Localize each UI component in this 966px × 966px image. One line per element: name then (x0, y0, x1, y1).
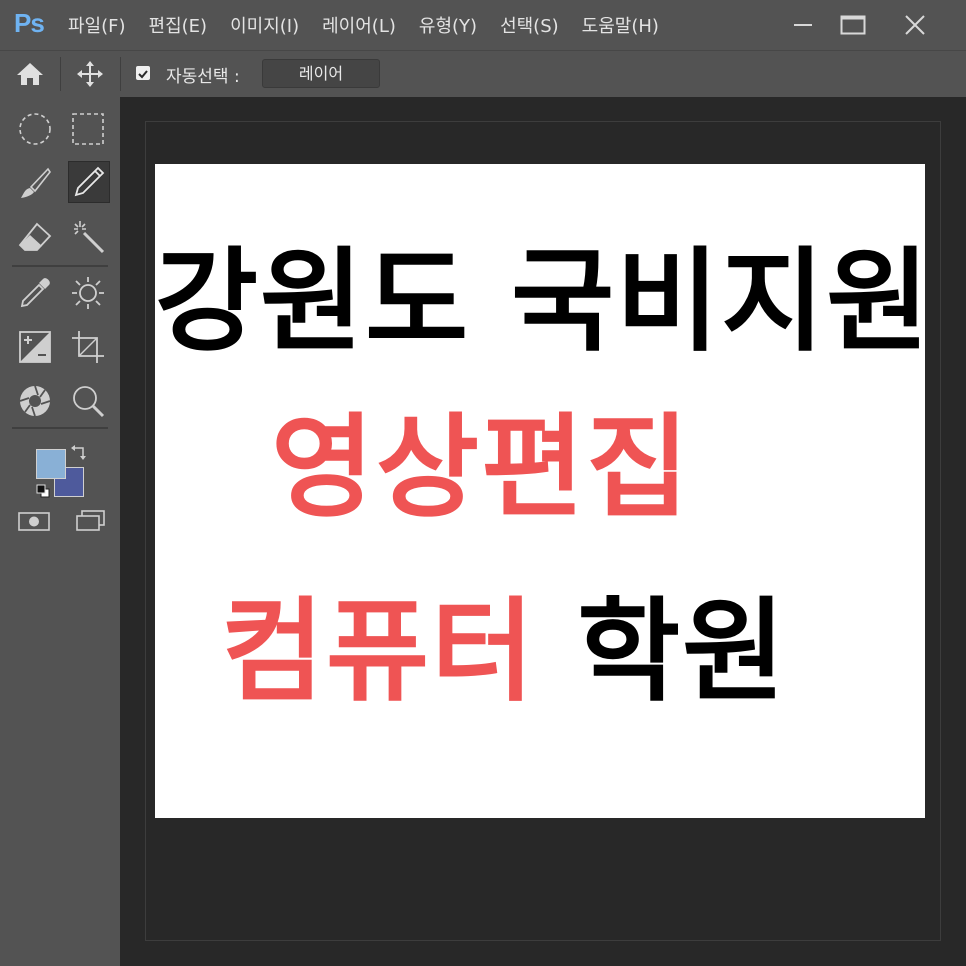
eyedropper-icon (20, 278, 50, 308)
adjustment-icon (19, 331, 51, 363)
screen-mode-icon (76, 510, 105, 531)
tool-divider (12, 427, 108, 429)
pencil-icon (74, 166, 105, 197)
checkmark-icon (138, 70, 148, 79)
close-icon (905, 15, 925, 35)
magic-wand-tool[interactable] (68, 217, 108, 257)
headline-line-1: 강원도 국비지원 (155, 237, 932, 367)
home-icon (17, 63, 43, 85)
zoom-tool[interactable] (68, 381, 108, 421)
menu-file[interactable]: 파일(F) (68, 12, 126, 38)
sun-icon (72, 277, 104, 309)
photoshop-logo: Ps (14, 8, 45, 38)
shutter-icon (19, 385, 51, 417)
maximize-button[interactable] (828, 0, 878, 50)
eyedropper-tool[interactable] (15, 273, 55, 313)
move-icon (77, 61, 103, 87)
rectangular-marquee-tool[interactable] (68, 109, 108, 149)
headline-line-3-black: 학원 (577, 587, 788, 717)
menu-select[interactable]: 선택(S) (500, 12, 559, 38)
eraser-tool[interactable] (15, 217, 55, 257)
home-button[interactable] (14, 60, 46, 88)
foreground-color-swatch[interactable] (36, 449, 66, 479)
minimize-icon (794, 24, 812, 26)
options-bar: 자동선택 : 레이어 (0, 50, 966, 97)
divider (120, 57, 121, 91)
rect-marquee-icon (72, 113, 104, 145)
menu-bar: Ps 파일(F) 편집(E) 이미지(I) 레이어(L) 유형(Y) 선택(S)… (0, 0, 966, 50)
menu-layer[interactable]: 레이어(L) (322, 12, 396, 38)
lens-tool[interactable] (15, 381, 55, 421)
screen-mode-button[interactable] (70, 503, 110, 539)
auto-select-target-dropdown[interactable]: 레이어 (262, 59, 380, 88)
elliptical-marquee-tool[interactable] (15, 109, 55, 149)
headline-line-3: 컴퓨터 학원 (221, 596, 966, 708)
eraser-icon (18, 222, 52, 251)
quick-mask-button[interactable] (14, 503, 54, 539)
menu-type[interactable]: 유형(Y) (419, 12, 477, 38)
swap-colors-button[interactable] (70, 443, 90, 467)
divider (60, 57, 61, 91)
swap-arrows-icon (71, 445, 86, 460)
ellipse-marquee-icon (19, 113, 51, 145)
dodge-tool[interactable] (68, 273, 108, 313)
zoom-icon (73, 386, 105, 418)
crop-tool[interactable] (68, 327, 108, 367)
minimize-button[interactable] (778, 0, 828, 50)
menu-edit[interactable]: 편집(E) (149, 12, 208, 38)
menu-help[interactable]: 도움말(H) (582, 12, 659, 38)
tool-divider (12, 265, 108, 267)
menu-image[interactable]: 이미지(I) (230, 12, 299, 38)
default-colors-button[interactable] (36, 483, 50, 502)
quick-mask-icon (18, 512, 50, 531)
auto-select-label: 자동선택 : (166, 67, 240, 87)
adjustment-tool[interactable] (15, 327, 55, 367)
auto-select-checkbox[interactable] (136, 66, 150, 80)
close-button[interactable] (890, 0, 940, 50)
menu-items: 파일(F) 편집(E) 이미지(I) 레이어(L) 유형(Y) 선택(S) 도움… (68, 0, 682, 50)
default-colors-icon (36, 484, 50, 498)
headline-line-2: 영상편집 (271, 403, 692, 533)
canvas-artboard[interactable]: 강원도 국비지원 영상편집 컴퓨터 학원 (155, 164, 932, 818)
brush-tool[interactable] (15, 163, 55, 203)
move-tool-button[interactable] (74, 59, 106, 89)
pencil-tool[interactable] (68, 161, 110, 203)
magic-wand-icon (74, 221, 105, 254)
brush-icon (21, 167, 51, 198)
headline-line-3-red: 컴퓨터 (221, 587, 537, 717)
crop-icon (72, 331, 104, 363)
maximize-icon (840, 15, 866, 35)
tools-panel (0, 97, 120, 966)
